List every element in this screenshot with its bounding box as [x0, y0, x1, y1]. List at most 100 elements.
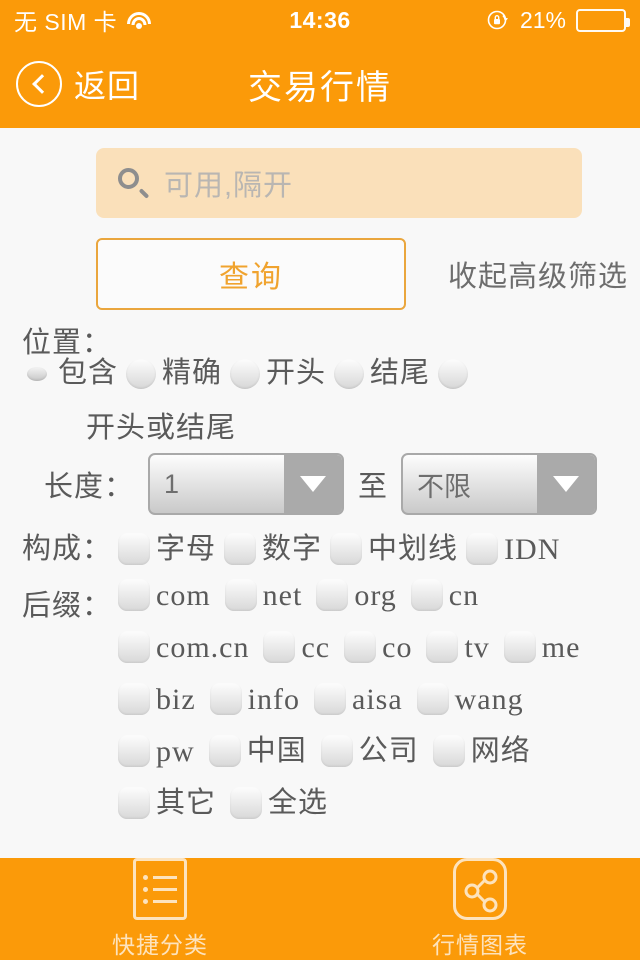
nav-bar: 返回 交易行情	[0, 40, 640, 128]
filter-section: 位置： 包含 精确 开头 结尾 开头或结尾 长度： 1 至 不限 构成： 字母 数字中	[0, 310, 640, 839]
search-placeholder: 可用,隔开	[164, 170, 294, 202]
position-option-3[interactable]: 结尾	[334, 357, 469, 390]
suffix-option-10[interactable]: info	[209, 682, 300, 716]
radio-icon[interactable]	[126, 358, 157, 389]
checkbox-icon[interactable]	[118, 631, 151, 664]
suffix-option-label: 中国	[246, 735, 307, 768]
composition-filter-row: 构成： 字母 数字 中划线 IDN	[22, 532, 626, 566]
suffix-option-7[interactable]: tv	[426, 631, 489, 664]
checkbox-icon[interactable]	[316, 579, 349, 612]
checkbox-icon[interactable]	[344, 631, 377, 664]
composition-option-label: IDN	[504, 532, 561, 566]
suffix-option-15[interactable]: 公司	[320, 735, 419, 768]
suffix-option-0[interactable]: com	[118, 578, 211, 612]
suffix-option-label: aisa	[352, 682, 403, 716]
checkbox-icon[interactable]	[330, 533, 363, 566]
checkbox-icon[interactable]	[314, 683, 346, 716]
suffix-option-11[interactable]: aisa	[314, 682, 403, 716]
suffix-option-1[interactable]: net	[224, 578, 303, 612]
suffix-option-label: net	[262, 578, 303, 612]
suffix-option-14[interactable]: 中国	[208, 735, 307, 768]
suffix-option-4[interactable]: com.cn	[118, 630, 250, 664]
search-input[interactable]: 可用,隔开	[96, 148, 582, 218]
checkbox-icon[interactable]	[410, 579, 443, 612]
length-from-select[interactable]: 1	[148, 453, 345, 516]
checkbox-icon[interactable]	[118, 787, 151, 820]
suffix-option-5[interactable]: cc	[263, 631, 330, 664]
status-bar: 无 SIM 卡 14:36 21%	[0, 0, 640, 40]
action-row: 查询 收起高级筛选	[0, 218, 640, 310]
checkbox-icon[interactable]	[209, 683, 242, 716]
chevron-down-icon	[284, 455, 343, 514]
length-to-value: 不限	[417, 471, 472, 502]
suffix-option-label: 全选	[268, 787, 329, 820]
suffix-option-3[interactable]: cn	[410, 579, 479, 612]
suffix-option-label: 公司	[358, 735, 419, 768]
checkbox-icon[interactable]	[426, 631, 459, 664]
rotation-lock-icon	[486, 8, 510, 32]
checkbox-icon[interactable]	[224, 533, 257, 566]
suffix-option-9[interactable]: biz	[118, 683, 196, 716]
checkbox-icon[interactable]	[320, 735, 353, 768]
composition-option-0[interactable]: 字母	[118, 533, 216, 566]
search-icon	[118, 168, 150, 199]
suffix-option-label: info	[247, 682, 300, 716]
radio-icon[interactable]	[334, 358, 365, 389]
suffix-option-6[interactable]: co	[344, 631, 412, 664]
back-button[interactable]: 返回	[16, 61, 140, 107]
composition-option-3[interactable]: IDN	[466, 532, 561, 566]
checkbox-icon[interactable]	[118, 533, 151, 566]
chevron-left-icon	[16, 61, 62, 107]
tab-market-chart[interactable]: 行情图表	[320, 858, 640, 960]
length-to-select[interactable]: 不限	[401, 453, 598, 516]
checkbox-icon[interactable]	[208, 735, 241, 768]
position-filter-row: 位置： 包含 精确 开头 结尾 开头或结尾	[22, 328, 626, 443]
suffix-option-17[interactable]: 其它	[118, 787, 217, 820]
query-button[interactable]: 查询	[96, 238, 406, 310]
checkbox-icon[interactable]	[118, 735, 151, 768]
position-option-label: 结尾	[370, 357, 431, 390]
suffix-option-label: com.cn	[156, 630, 250, 664]
checkbox-icon[interactable]	[263, 631, 296, 664]
suffix-option-12[interactable]: wang	[416, 683, 524, 716]
suffix-filter-label: 后缀：	[22, 590, 113, 623]
suffix-option-label: org	[354, 578, 397, 612]
status-bar-right: 21%	[486, 6, 630, 34]
battery-icon	[576, 8, 630, 32]
position-option-label: 精确	[162, 357, 223, 390]
composition-option-2[interactable]: 中划线	[330, 533, 458, 566]
checkbox-icon[interactable]	[416, 683, 449, 716]
suffix-options: com net org cn com.cn cc co tv me biz info aisa wang…	[118, 579, 618, 839]
checkbox-icon[interactable]	[466, 533, 499, 566]
position-option-label: 开头	[266, 357, 327, 390]
suffix-option-8[interactable]: me	[503, 630, 581, 664]
tab-quick-category[interactable]: 快捷分类	[0, 858, 320, 960]
suffix-option-label: com	[156, 578, 211, 612]
position-option-1[interactable]: 精确	[126, 357, 223, 390]
position-option-0[interactable]: 包含	[22, 358, 118, 389]
radio-icon[interactable]	[230, 358, 261, 389]
position-option-4[interactable]: 开头或结尾	[86, 412, 618, 443]
suffix-option-13[interactable]: pw	[118, 735, 195, 768]
suffix-option-label: 其它	[156, 787, 217, 820]
composition-option-1[interactable]: 数字	[224, 533, 322, 566]
checkbox-icon[interactable]	[432, 735, 465, 768]
share-graph-icon	[453, 858, 507, 920]
suffix-option-18[interactable]: 全选	[230, 787, 329, 820]
checkbox-icon[interactable]	[118, 579, 151, 612]
checkbox-icon[interactable]	[118, 683, 151, 716]
checkbox-icon[interactable]	[230, 787, 263, 820]
suffix-option-label: me	[541, 630, 581, 664]
checkbox-icon[interactable]	[224, 579, 257, 612]
position-option-2[interactable]: 开头	[230, 357, 327, 390]
suffix-option-2[interactable]: org	[316, 578, 397, 612]
composition-options: 字母 数字 中划线 IDN	[118, 532, 568, 566]
checkbox-icon[interactable]	[503, 631, 536, 664]
suffix-option-label: 网络	[470, 735, 531, 768]
suffix-filter-row: 后缀： com net org cn com.cn cc co tv me biz info aisa…	[22, 579, 626, 839]
radio-icon[interactable]	[438, 358, 469, 389]
suffix-option-16[interactable]: 网络	[432, 735, 531, 768]
toggle-advanced-filter-button[interactable]: 收起高级筛选	[448, 253, 628, 295]
radio-icon[interactable]	[27, 366, 47, 381]
battery-percent-label: 21%	[519, 6, 566, 33]
